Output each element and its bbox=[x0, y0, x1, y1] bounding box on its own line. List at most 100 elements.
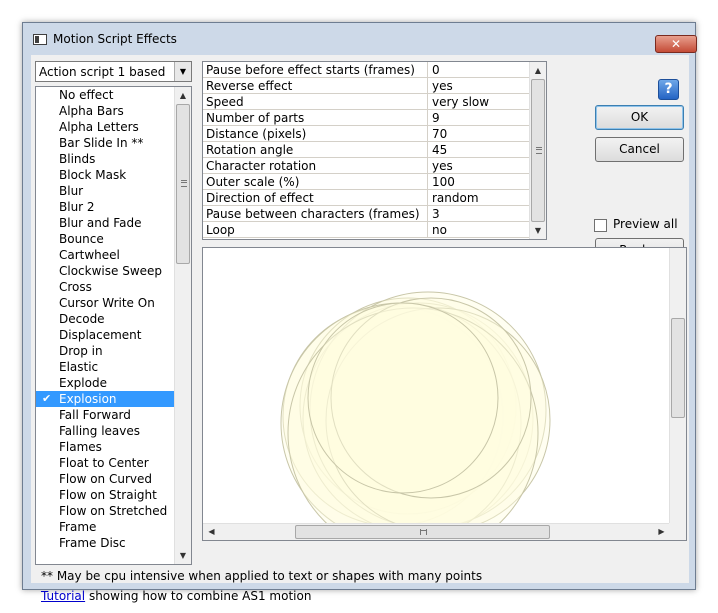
preview-all-label[interactable]: Preview all bbox=[613, 217, 678, 231]
effect-list-item[interactable]: Flow on Curved bbox=[36, 471, 174, 487]
property-row[interactable]: Outer scale (%) 100 bbox=[203, 174, 530, 190]
effect-list-item[interactable]: Blinds bbox=[36, 151, 174, 167]
effect-list-item[interactable]: Alpha Letters bbox=[36, 119, 174, 135]
scrollbar-thumb[interactable] bbox=[531, 79, 545, 222]
effect-list-item[interactable]: Fall Forward bbox=[36, 407, 174, 423]
property-value[interactable]: 70 bbox=[432, 127, 447, 141]
effect-list-item[interactable]: Float to Center bbox=[36, 455, 174, 471]
effect-list-item[interactable]: Falling leaves bbox=[36, 423, 174, 439]
scrollbar-thumb[interactable] bbox=[671, 318, 685, 418]
property-row[interactable]: Number of parts 9 bbox=[203, 110, 530, 126]
cancel-button[interactable]: Cancel bbox=[595, 137, 684, 162]
property-row[interactable]: Speed very slow bbox=[203, 94, 530, 110]
effect-list-item-label: Cartwheel bbox=[59, 248, 120, 262]
effect-list-item[interactable]: Flow on Stretched bbox=[36, 503, 174, 519]
effect-list-item[interactable]: Bounce bbox=[36, 231, 174, 247]
effect-list-item[interactable]: Cartwheel bbox=[36, 247, 174, 263]
effect-list-item-label: Flow on Straight bbox=[59, 488, 157, 502]
effect-list-item[interactable]: Decode bbox=[36, 311, 174, 327]
property-row[interactable]: Distance (pixels) 70 bbox=[203, 126, 530, 142]
effect-list-item[interactable]: Block Mask bbox=[36, 167, 174, 183]
preview-horizontal-scrollbar[interactable]: ◀ ▶ bbox=[203, 523, 670, 540]
scroll-down-arrow-icon[interactable]: ▼ bbox=[530, 222, 546, 239]
effect-list-item[interactable]: Alpha Bars bbox=[36, 103, 174, 119]
property-name: Pause between characters (frames) bbox=[206, 207, 420, 221]
column-divider bbox=[427, 158, 428, 173]
checkmark-icon: ✔ bbox=[42, 392, 52, 405]
effects-list-scrollbar[interactable]: ▲ ▼ bbox=[174, 87, 191, 564]
property-value[interactable]: 3 bbox=[432, 207, 440, 221]
property-value[interactable]: 45 bbox=[432, 143, 447, 157]
property-row[interactable]: Reverse effect yes bbox=[203, 78, 530, 94]
scrollbar-thumb[interactable] bbox=[176, 104, 190, 264]
effect-list-item[interactable]: Explode bbox=[36, 375, 174, 391]
effect-list-item[interactable]: ✔ Explosion bbox=[36, 391, 174, 407]
property-value[interactable]: random bbox=[432, 191, 479, 205]
property-row[interactable]: Character rotation yes bbox=[203, 158, 530, 174]
property-name: Pause before effect starts (frames) bbox=[206, 63, 415, 77]
preview-circle bbox=[307, 302, 499, 494]
effect-list-item-label: Cursor Write On bbox=[59, 296, 155, 310]
scroll-down-arrow-icon[interactable]: ▼ bbox=[175, 547, 191, 564]
effect-list-item-label: Alpha Letters bbox=[59, 120, 139, 134]
preview-canvas bbox=[280, 291, 551, 525]
scroll-left-arrow-icon[interactable]: ◀ bbox=[203, 524, 220, 540]
effect-list-item[interactable]: Flames bbox=[36, 439, 174, 455]
effect-list-item[interactable]: Frame Disc bbox=[36, 535, 174, 551]
tutorial-link[interactable]: Tutorial bbox=[41, 589, 85, 603]
property-value[interactable]: 0 bbox=[432, 63, 440, 77]
property-value[interactable]: 100 bbox=[432, 175, 455, 189]
effect-list-item-label: Falling leaves bbox=[59, 424, 140, 438]
effect-list-item[interactable]: Bar Slide In ** bbox=[36, 135, 174, 151]
effect-list-item[interactable]: Cross bbox=[36, 279, 174, 295]
effect-list-item[interactable]: Blur and Fade bbox=[36, 215, 174, 231]
property-row[interactable]: Pause before effect starts (frames) 0 bbox=[203, 62, 530, 78]
effect-properties-grid[interactable]: Pause before effect starts (frames) 0 Reve… bbox=[202, 61, 547, 240]
column-divider bbox=[427, 222, 428, 237]
scroll-up-arrow-icon[interactable]: ▲ bbox=[530, 62, 546, 79]
property-value[interactable]: 9 bbox=[432, 111, 440, 125]
tutorial-line: Tutorial showing how to combine AS1 moti… bbox=[41, 589, 311, 603]
chevron-down-icon[interactable]: ▼ bbox=[174, 62, 191, 81]
effects-list[interactable]: No effect Alpha Bars Alpha Letters Bar Slid… bbox=[35, 86, 192, 565]
effect-list-item[interactable]: Clockwise Sweep bbox=[36, 263, 174, 279]
property-value[interactable]: yes bbox=[432, 79, 453, 93]
property-value[interactable]: yes bbox=[432, 159, 453, 173]
preview-all-checkbox[interactable] bbox=[594, 219, 607, 232]
effect-list-item-label: Flow on Stretched bbox=[59, 504, 168, 518]
scroll-right-arrow-icon[interactable]: ▶ bbox=[653, 524, 670, 540]
property-name: Rotation angle bbox=[206, 143, 294, 157]
effect-list-item[interactable]: Cursor Write On bbox=[36, 295, 174, 311]
effect-list-item-label: Frame bbox=[59, 520, 97, 534]
effect-list-item[interactable]: Elastic bbox=[36, 359, 174, 375]
title-bar[interactable]: Motion Script Effects ✕ bbox=[23, 23, 697, 55]
effect-list-item[interactable]: Blur bbox=[36, 183, 174, 199]
property-row[interactable]: Pause between characters (frames) 3 bbox=[203, 206, 530, 222]
ok-button[interactable]: OK bbox=[595, 105, 684, 130]
scroll-up-arrow-icon[interactable]: ▲ bbox=[175, 87, 191, 104]
effect-list-item[interactable]: Drop in bbox=[36, 343, 174, 359]
mode-select[interactable]: Action script 1 based ▼ bbox=[35, 61, 192, 82]
explosion-circles bbox=[280, 291, 551, 525]
effect-list-item-label: Drop in bbox=[59, 344, 103, 358]
effect-list-item[interactable]: Displacement bbox=[36, 327, 174, 343]
effect-list-item-label: Float to Center bbox=[59, 456, 149, 470]
property-value[interactable]: very slow bbox=[432, 95, 489, 109]
preview-vertical-scrollbar[interactable] bbox=[669, 248, 686, 525]
property-row[interactable]: Loop no bbox=[203, 222, 530, 238]
help-icon[interactable]: ? bbox=[658, 79, 679, 100]
column-divider bbox=[427, 110, 428, 125]
property-name: Character rotation bbox=[206, 159, 317, 173]
effect-list-item-label: Frame Disc bbox=[59, 536, 126, 550]
close-button[interactable]: ✕ bbox=[655, 35, 697, 53]
effect-list-item[interactable]: Blur 2 bbox=[36, 199, 174, 215]
properties-scrollbar[interactable]: ▲ ▼ bbox=[529, 62, 546, 239]
property-row[interactable]: Rotation angle 45 bbox=[203, 142, 530, 158]
scrollbar-thumb[interactable] bbox=[295, 525, 550, 539]
effect-list-item[interactable]: No effect bbox=[36, 87, 174, 103]
effect-list-item[interactable]: Frame bbox=[36, 519, 174, 535]
property-value[interactable]: no bbox=[432, 223, 447, 237]
property-row[interactable]: Direction of effect random bbox=[203, 190, 530, 206]
effect-list-item-label: Block Mask bbox=[59, 168, 127, 182]
effect-list-item[interactable]: Flow on Straight bbox=[36, 487, 174, 503]
